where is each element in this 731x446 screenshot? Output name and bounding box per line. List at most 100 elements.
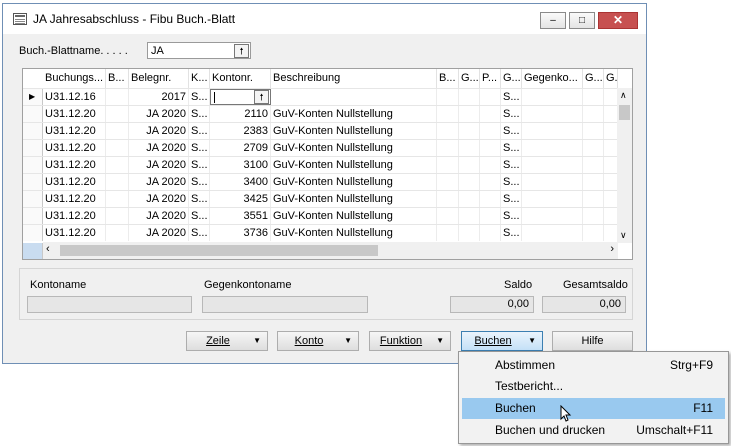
cell-document-no[interactable]: JA 2020: [129, 174, 189, 190]
cell-g4[interactable]: [604, 106, 618, 122]
cell-account-no[interactable]: 3736: [210, 225, 271, 241]
cell-g4[interactable]: [604, 191, 618, 207]
cell-g1[interactable]: [459, 225, 480, 241]
table-row[interactable]: U31.12.20 JA 2020 S... 2709 GuV-Konten Nulls…: [23, 139, 618, 156]
menu-item-buchen-und-drucken[interactable]: Buchen und drucken Umschalt+F11: [462, 420, 725, 441]
horizontal-scrollbar[interactable]: ‹ ›: [43, 242, 618, 259]
cell-g1[interactable]: [459, 89, 480, 105]
cell-counter-account[interactable]: [522, 89, 583, 105]
row-selector[interactable]: [23, 140, 43, 156]
col-header-g1[interactable]: G...: [459, 69, 480, 88]
cell-account-no[interactable]: 2383: [210, 123, 271, 139]
cell-p[interactable]: [480, 123, 501, 139]
hilfe-button[interactable]: Hilfe: [552, 331, 633, 351]
col-header-b2[interactable]: B...: [437, 69, 459, 88]
row-selector[interactable]: [23, 106, 43, 122]
cell-k[interactable]: S...: [189, 140, 210, 156]
col-header-b1[interactable]: B...: [106, 69, 129, 88]
cell-b2[interactable]: [437, 174, 459, 190]
cell-g3[interactable]: [583, 89, 604, 105]
batch-name-field[interactable]: JA 🠕: [147, 42, 251, 59]
menu-item-buchen[interactable]: Buchen F11: [462, 398, 725, 419]
cell-g3[interactable]: [583, 157, 604, 173]
cell-g1[interactable]: [459, 191, 480, 207]
col-header-p[interactable]: P...: [480, 69, 501, 88]
cell-account-no[interactable]: 🠕: [210, 89, 271, 105]
cell-g4[interactable]: [604, 157, 618, 173]
table-row[interactable]: U31.12.20 JA 2020 S... 2383 GuV-Konten Nulls…: [23, 122, 618, 139]
cell-description[interactable]: GuV-Konten Nullstellung: [271, 225, 437, 241]
cell-document-no[interactable]: JA 2020: [129, 225, 189, 241]
cell-g2[interactable]: S...: [501, 191, 522, 207]
cell-b2[interactable]: [437, 140, 459, 156]
cell-b2[interactable]: [437, 225, 459, 241]
cell-b1[interactable]: [106, 106, 129, 122]
col-header-description[interactable]: Beschreibung: [271, 69, 437, 88]
cell-b1[interactable]: [106, 89, 129, 105]
cell-g3[interactable]: [583, 123, 604, 139]
cell-p[interactable]: [480, 89, 501, 105]
scroll-right-icon[interactable]: ›: [610, 243, 614, 255]
cell-p[interactable]: [480, 140, 501, 156]
cell-account-no[interactable]: 2709: [210, 140, 271, 156]
cell-k[interactable]: S...: [189, 89, 210, 105]
row-selector[interactable]: [23, 191, 43, 207]
lookup-arrow-icon[interactable]: 🠕: [234, 44, 249, 58]
minimize-button[interactable]: –: [540, 12, 566, 29]
cell-g1[interactable]: [459, 106, 480, 122]
cell-account-no[interactable]: 3400: [210, 174, 271, 190]
cell-account-no[interactable]: 3425: [210, 191, 271, 207]
close-button[interactable]: ✕: [598, 12, 638, 29]
table-row[interactable]: U31.12.20 JA 2020 S... 3551 GuV-Konten Nulls…: [23, 207, 618, 224]
funktion-button[interactable]: Funktion ▼: [369, 331, 451, 351]
cell-b1[interactable]: [106, 208, 129, 224]
cell-g2[interactable]: S...: [501, 174, 522, 190]
cell-g2[interactable]: S...: [501, 106, 522, 122]
cell-document-no[interactable]: JA 2020: [129, 140, 189, 156]
horizontal-scroll-thumb[interactable]: [60, 245, 378, 256]
maximize-button[interactable]: □: [569, 12, 595, 29]
col-header-counter-account[interactable]: Gegenko...: [522, 69, 583, 88]
cell-k[interactable]: S...: [189, 157, 210, 173]
cell-b1[interactable]: [106, 225, 129, 241]
cell-g4[interactable]: [604, 225, 618, 241]
row-selector[interactable]: ▶: [23, 89, 43, 105]
table-row[interactable]: U31.12.20 JA 2020 S... 3100 GuV-Konten Nulls…: [23, 156, 618, 173]
title-bar[interactable]: JA Jahresabschluss - Fibu Buch.-Blatt – …: [3, 4, 646, 34]
cell-g1[interactable]: [459, 174, 480, 190]
cell-posting-date[interactable]: U31.12.20: [43, 208, 106, 224]
scroll-left-icon[interactable]: ‹: [46, 243, 50, 255]
cell-account-no[interactable]: 2110: [210, 106, 271, 122]
col-header-g3[interactable]: G...: [583, 69, 604, 88]
cell-g3[interactable]: [583, 174, 604, 190]
cell-k[interactable]: S...: [189, 225, 210, 241]
table-row[interactable]: U31.12.20 JA 2020 S... 2110 GuV-Konten Nulls…: [23, 105, 618, 122]
cell-g1[interactable]: [459, 140, 480, 156]
cell-g3[interactable]: [583, 106, 604, 122]
col-header-posting-date[interactable]: Buchungs...: [43, 69, 106, 88]
cell-counter-account[interactable]: [522, 191, 583, 207]
row-selector[interactable]: [23, 174, 43, 190]
cell-g2[interactable]: S...: [501, 225, 522, 241]
vertical-scroll-thumb[interactable]: [619, 105, 630, 120]
cell-b2[interactable]: [437, 157, 459, 173]
cell-document-no[interactable]: JA 2020: [129, 123, 189, 139]
cell-account-no[interactable]: 3551: [210, 208, 271, 224]
cell-g2[interactable]: S...: [501, 89, 522, 105]
cell-g2[interactable]: S...: [501, 123, 522, 139]
cell-posting-date[interactable]: U31.12.20: [43, 191, 106, 207]
cell-posting-date[interactable]: U31.12.20: [43, 123, 106, 139]
cell-document-no[interactable]: 2017: [129, 89, 189, 105]
cell-p[interactable]: [480, 191, 501, 207]
col-header-g4[interactable]: G...: [604, 69, 618, 88]
cell-g4[interactable]: [604, 174, 618, 190]
cell-g1[interactable]: [459, 123, 480, 139]
zeile-button[interactable]: Zeile ▼: [186, 331, 268, 351]
cell-document-no[interactable]: JA 2020: [129, 208, 189, 224]
cell-g4[interactable]: [604, 123, 618, 139]
row-selector[interactable]: [23, 208, 43, 224]
cell-b1[interactable]: [106, 174, 129, 190]
cell-account-no[interactable]: 3100: [210, 157, 271, 173]
vertical-scrollbar[interactable]: ∧ ∨: [617, 88, 632, 243]
cell-g3[interactable]: [583, 225, 604, 241]
